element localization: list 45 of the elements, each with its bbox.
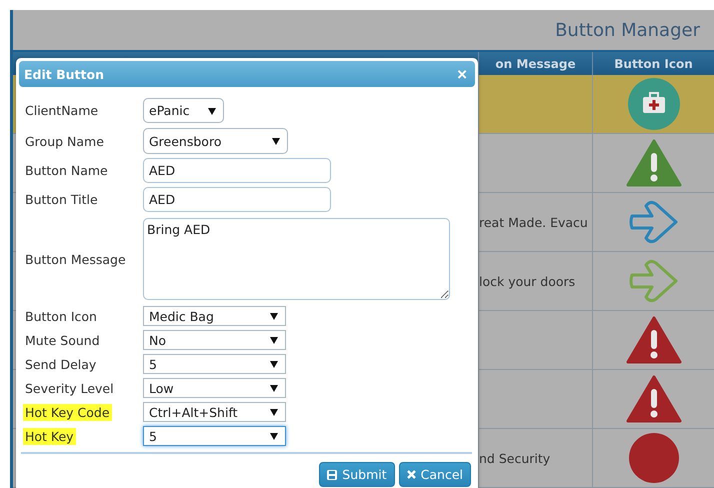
caret-icon [270,360,278,368]
select-field[interactable]: No [143,330,286,350]
caret-icon [270,336,278,344]
caret-icon [272,137,280,145]
circle-icon [628,432,680,484]
field-label: Button Message [24,250,127,268]
field-label: Send Delay [24,356,98,372]
caret-icon [208,106,216,114]
dialog-title: Edit Button [24,66,104,82]
caret-icon [270,432,278,440]
page-title: Button Manager [555,20,700,40]
column-header: Button Icon [592,52,714,75]
warning-icon [626,139,682,187]
table-cell: nd Security [478,429,592,488]
column-header: on Message [478,52,592,75]
text-field[interactable]: AED [143,158,331,183]
text-area[interactable]: Bring AED [143,218,450,300]
warning-icon [626,316,682,364]
select-field[interactable]: ePanic [143,98,224,123]
select-field[interactable]: Greensboro [143,128,288,154]
field-label: Button Title [24,191,99,208]
text-field[interactable]: AED [143,187,331,212]
field-label: Group Name [24,132,105,150]
table-cell: lock your doors [478,252,592,311]
save-icon [327,470,338,480]
field-label: Mute Sound [24,332,101,348]
close-icon [406,470,416,479]
table-cell: reat Made. Evacu [478,193,592,252]
caret-icon [270,384,278,392]
warning-icon [626,375,682,423]
arrow-icon [628,198,680,246]
select-field[interactable]: Low [143,378,286,398]
field-label: ClientName [24,102,100,119]
medkit-icon [628,78,680,130]
field-label: Hot Key Code [23,404,112,420]
field-label: Button Icon [24,308,98,324]
field-label: Button Name [24,162,109,179]
caret-icon [270,408,278,416]
select-field[interactable]: 5 [143,354,286,374]
select-field[interactable]: Ctrl+Alt+Shift [143,402,286,422]
select-field[interactable]: Medic Bag [143,306,286,326]
field-label: Hot Key [23,428,76,444]
arrow-icon [628,257,680,305]
field-label: Severity Level [24,380,115,396]
select-field[interactable]: 5 [143,426,286,446]
